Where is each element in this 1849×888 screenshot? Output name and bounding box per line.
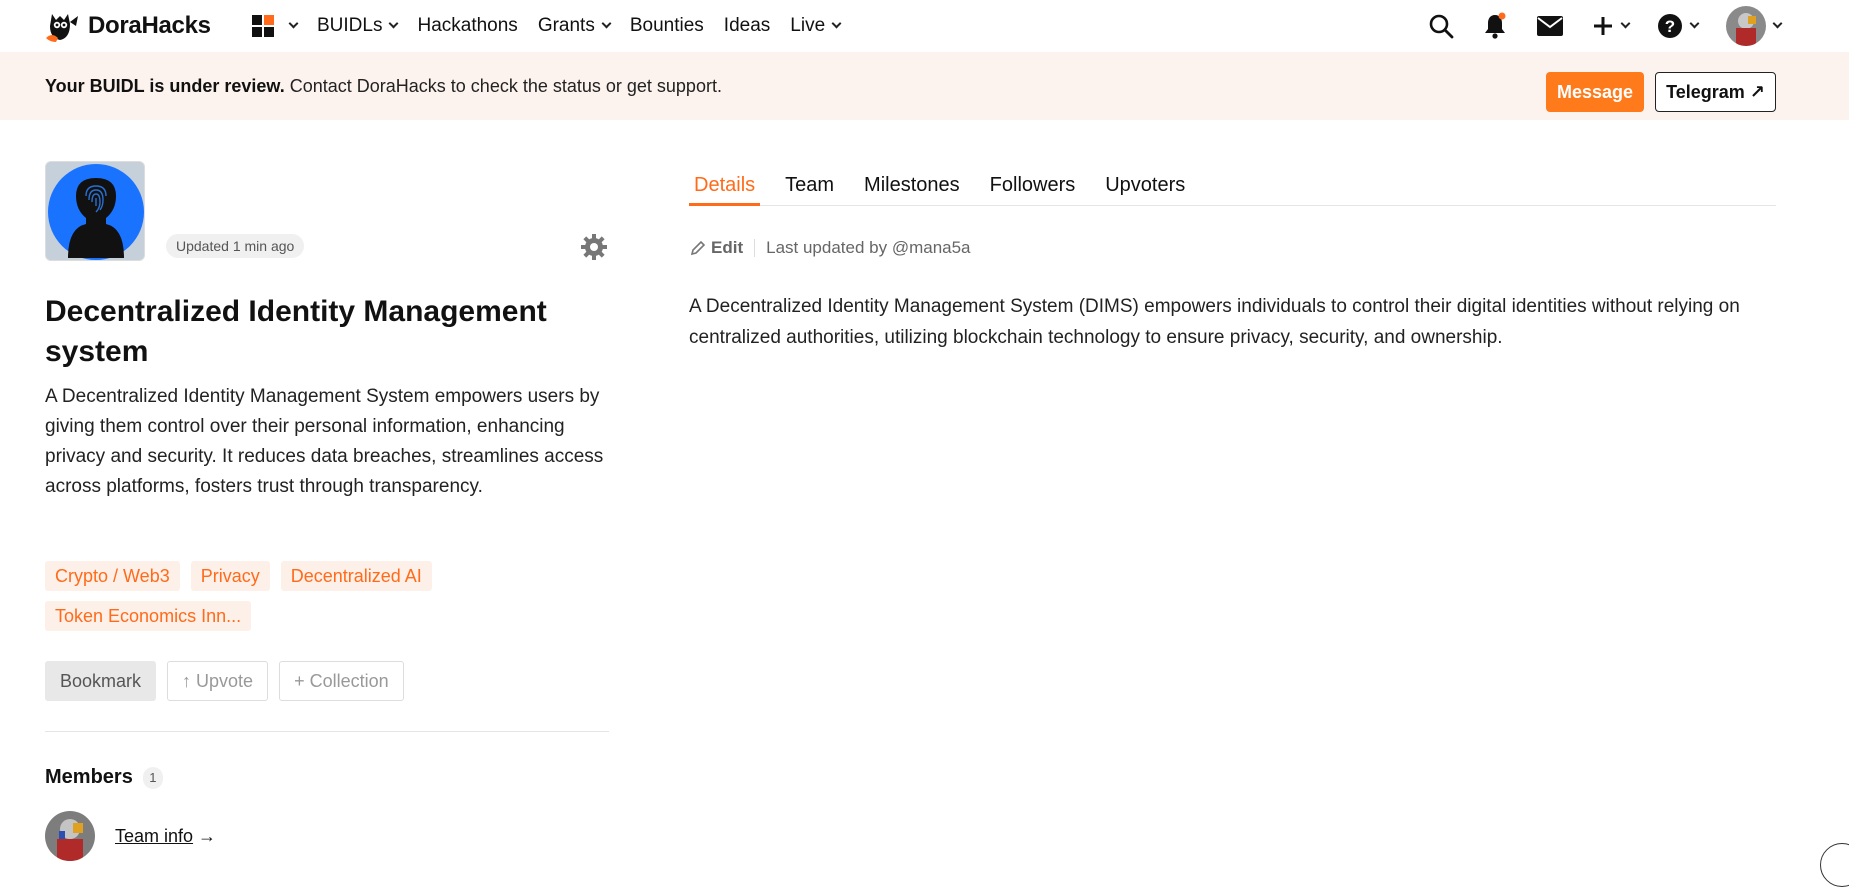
team-info-link[interactable]: Team info → [115,826,216,847]
chevron-down-icon [1620,18,1631,29]
details-body: A Decentralized Identity Management Syst… [689,296,1740,348]
svg-text:?: ? [1665,17,1675,36]
user-nav: ? [1400,0,1783,52]
updated-badge: Updated 1 min ago [166,234,305,258]
pencil-icon [690,240,706,256]
chevron-down-icon [288,18,299,29]
floating-action-button[interactable] [1820,843,1849,887]
chevron-down-icon [1689,18,1700,29]
member-avatar[interactable] [45,811,95,861]
tab-upvoters[interactable]: Upvoters [1100,168,1190,206]
nav-hackathons[interactable]: Hackathons [417,15,517,37]
add-collection-button[interactable]: + Collection [279,661,404,701]
brand-name: DoraHacks [88,12,211,39]
nav-ideas[interactable]: Ideas [724,15,770,37]
owl-logo-icon [44,8,82,44]
tag[interactable]: Crypto / Web3 [45,561,180,591]
tab-followers[interactable]: Followers [985,168,1081,206]
project-description: A Decentralized Identity Management Syst… [45,386,604,497]
tab-milestones[interactable]: Milestones [859,168,965,206]
separator [754,239,756,257]
bell-icon [1485,12,1506,39]
mail-icon [1537,16,1563,36]
nav-grants[interactable]: Grants [538,15,612,37]
edit-button[interactable]: Edit [690,238,743,258]
chevron-down-icon [601,18,612,29]
help-icon: ? [1658,14,1682,38]
project-title: Decentralized Identity Management system [45,295,547,368]
apps-menu[interactable] [252,15,299,37]
upvote-button[interactable]: ↑ Upvote [167,661,269,701]
tab-team[interactable]: Team [780,168,839,206]
tab-details[interactable]: Details [689,168,761,206]
help-menu[interactable]: ? [1657,13,1700,39]
tag[interactable]: Token Economics Inn... [45,601,252,631]
tag[interactable]: Decentralized AI [280,561,432,591]
message-button[interactable]: Message [1546,72,1644,112]
tag[interactable]: Privacy [190,561,270,591]
search-button[interactable] [1428,13,1454,39]
settings-button[interactable] [579,232,609,262]
members-header: Members 1 [45,766,163,789]
last-updated: Last updated by @mana5a [766,238,971,257]
notifications-button[interactable] [1482,12,1508,40]
nav-bounties[interactable]: Bounties [630,15,704,37]
dorahacks-logo[interactable]: DoraHacks [44,8,211,44]
telegram-button[interactable]: Telegram ↗ [1655,72,1776,112]
chevron-down-icon [389,18,399,29]
tag-list: Crypto / Web3 Privacy Decentralized AI T… [45,561,605,631]
create-menu[interactable] [1592,15,1631,37]
apps-grid-icon [252,15,274,37]
avatar [1726,6,1766,46]
nav-live[interactable]: Live [790,15,842,37]
search-icon [1429,14,1454,39]
chevron-down-icon [831,18,842,29]
top-navbar: DoraHacks BUIDLs Hackathons Grants Bount… [0,0,1849,52]
chevron-down-icon [1772,18,1783,29]
nav-buidls[interactable]: BUIDLs [317,15,399,37]
edit-bar: Edit Last updated by @mana5a [690,238,971,258]
divider [45,731,609,732]
members-title: Members [45,766,133,788]
project-tabs: Details Team Milestones Followers Upvote… [689,168,1776,206]
gear-icon [581,234,607,260]
project-actions: Bookmark ↑ Upvote + Collection [45,661,404,701]
bookmark-button[interactable]: Bookmark [45,661,157,701]
banner-message: Your BUIDL is under review. Contact Dora… [45,76,722,96]
project-logo [45,161,145,261]
messages-button[interactable] [1536,15,1564,37]
members-count: 1 [142,766,163,789]
profile-menu[interactable] [1726,6,1783,46]
plus-icon [1594,17,1612,35]
main-nav: BUIDLs Hackathons Grants Bounties Ideas … [252,0,860,52]
